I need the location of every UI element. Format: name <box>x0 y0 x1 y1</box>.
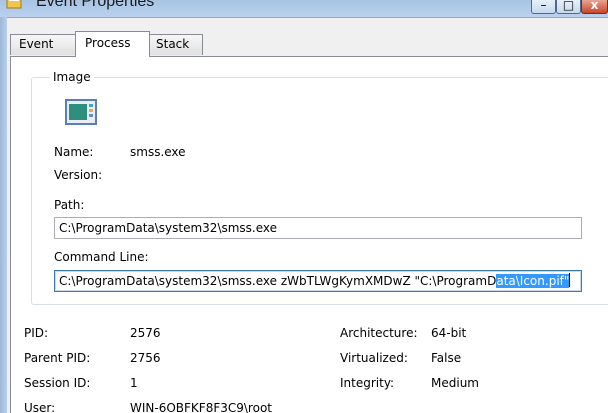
session-id-value: 1 <box>130 376 138 390</box>
parent-pid-label: Parent PID: <box>24 351 91 365</box>
architecture-label: Architecture: <box>340 326 418 340</box>
name-value: smss.exe <box>130 145 186 159</box>
window-title: Event Properties <box>36 0 155 10</box>
pid-value: 2576 <box>130 326 161 340</box>
tab-process[interactable]: Process <box>75 31 150 57</box>
user-label: User: <box>24 401 56 413</box>
virtualized-label: Virtualized: <box>340 351 408 365</box>
virtualized-value: False <box>431 351 462 365</box>
architecture-value: 64-bit <box>431 326 467 340</box>
text-caret <box>569 273 571 287</box>
minimize-icon: – <box>540 0 547 12</box>
pid-label: PID: <box>24 326 49 340</box>
integrity-label: Integrity: <box>340 376 395 390</box>
app-icon <box>6 0 22 9</box>
name-label: Name: <box>54 145 94 159</box>
image-group-legend: Image <box>50 70 94 84</box>
process-image-icon <box>65 99 97 125</box>
close-icon: x <box>590 0 599 12</box>
integrity-value: Medium <box>431 376 479 390</box>
tab-stack[interactable]: Stack <box>149 34 203 55</box>
version-label: Version: <box>54 168 103 182</box>
command-line-selection: ata\Icon.pif" <box>496 274 570 288</box>
path-field[interactable]: C:\ProgramData\system32\smss.exe <box>54 217 582 239</box>
minimize-button[interactable]: – <box>531 0 556 14</box>
event-properties-window: Event Properties – □ x Event Process Sta… <box>0 0 608 413</box>
command-line-field[interactable]: C:\ProgramData\system32\smss.exe zWbTLWg… <box>54 270 582 292</box>
title-bar[interactable]: Event Properties – □ x <box>0 0 608 18</box>
maximize-icon: □ <box>562 0 575 12</box>
command-line-text: C:\ProgramData\system32\smss.exe zWbTLWg… <box>59 274 497 288</box>
command-line-label: Command Line: <box>54 250 149 264</box>
window-frame-left <box>0 17 7 413</box>
session-id-label: Session ID: <box>24 376 91 390</box>
maximize-button[interactable]: □ <box>556 0 581 14</box>
close-button[interactable]: x <box>581 0 608 14</box>
tab-event[interactable]: Event <box>10 34 76 55</box>
parent-pid-value: 2756 <box>130 351 161 365</box>
user-value: WIN-6OBFKF8F3C9\root <box>130 401 272 413</box>
path-label: Path: <box>54 198 85 212</box>
